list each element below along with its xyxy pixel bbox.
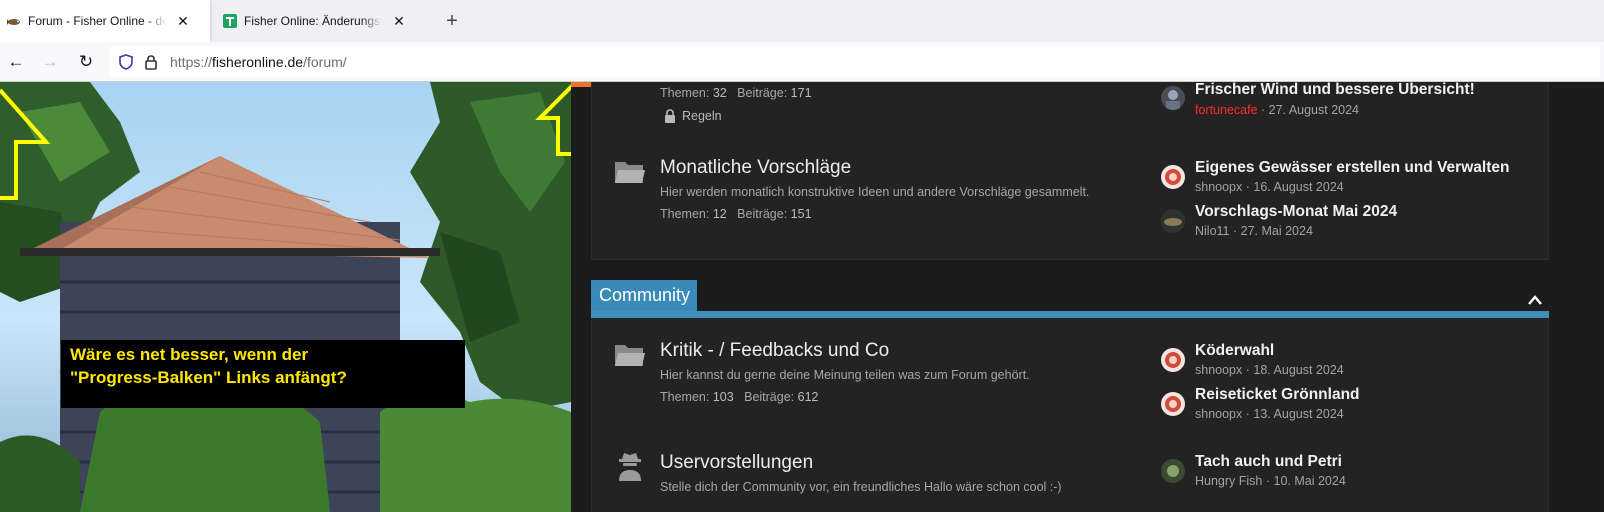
lock-icon[interactable] (144, 54, 158, 70)
last-post-meta: fortunecafe · 27. August 2024 (1195, 103, 1360, 117)
node-description: Stelle dich der Community vor, ein freun… (660, 480, 1062, 494)
last-post-meta: shnoopx · 18. August 2024 (1195, 363, 1344, 377)
avatar[interactable] (1161, 86, 1185, 110)
rules-link[interactable]: Regeln (664, 109, 722, 123)
navigation-bar: ← → ↻ https://fisheronline.de/forum/ (0, 42, 1604, 82)
last-post-meta: Hungry Fish · 10. Mai 2024 (1195, 474, 1346, 488)
lock-icon (665, 109, 675, 123)
last-post-title[interactable]: Frischer Wind und bessere Übersicht! (1195, 82, 1475, 99)
node-stats: Themen: 32 Beiträge: 171 (660, 86, 812, 100)
node-description: Hier werden monatlich konstruktive Ideen… (660, 185, 1090, 199)
annotation-line: "Progress-Balken" Links anfängt? (70, 368, 347, 387)
avatar[interactable] (1161, 348, 1185, 372)
last-post-title[interactable]: Eigenes Gewässer erstellen und Verwalten (1195, 159, 1509, 177)
node-description: Hier kannst du gerne deine Meinung teile… (660, 368, 1030, 382)
tab-forum[interactable]: Forum - Fisher Online - deutsch ✕ (0, 0, 210, 42)
background-scene: Wäre es net besser, wenn der "Progress-B… (0, 82, 571, 512)
last-post-meta: shnoopx · 13. August 2024 (1195, 407, 1344, 421)
node-title[interactable]: Kritik - / Feedbacks und Co (660, 340, 889, 362)
avatar[interactable] (1161, 392, 1185, 416)
close-tab-icon[interactable]: ✕ (390, 13, 408, 30)
avatar[interactable] (1161, 165, 1185, 189)
last-post-title[interactable]: Köderwahl (1195, 342, 1274, 360)
google-sheets-icon (223, 14, 237, 28)
tab-title: Fisher Online: Änderungsvorsch (244, 14, 382, 28)
folder-icon (615, 345, 645, 366)
shield-icon[interactable] (118, 54, 134, 70)
tab-sheet[interactable]: Fisher Online: Änderungsvorsch ✕ (216, 0, 428, 42)
reload-icon[interactable]: ↻ (76, 52, 96, 72)
folder-icon (615, 162, 645, 183)
close-tab-icon[interactable]: ✕ (174, 13, 192, 30)
tab-bar: Forum - Fisher Online - deutsch ✕ Fisher… (0, 0, 1604, 42)
node-title[interactable]: Monatliche Vorschläge (660, 157, 851, 179)
last-post-meta: Nilo11 · 27. Mai 2024 (1195, 224, 1313, 238)
url-text: https://fisheronline.de/forum/ (170, 54, 347, 70)
tab-title: Forum - Fisher Online - deutsch (28, 14, 166, 28)
forum-content: Themen: 32 Beiträge: 171 Regeln Frischer… (571, 82, 1604, 512)
last-post-title[interactable]: Tach auch und Petri (1195, 453, 1342, 471)
avatar[interactable] (1161, 209, 1185, 233)
address-bar[interactable]: https://fisheronline.de/forum/ (110, 46, 1600, 78)
avatar[interactable] (1161, 459, 1185, 483)
last-post-meta: shnoopx · 16. August 2024 (1195, 180, 1344, 194)
forum-block: Themen: 32 Beiträge: 171 Regeln Frischer… (591, 82, 1549, 260)
annotation-line: Wäre es net besser, wenn der (70, 345, 309, 364)
last-post-title[interactable]: Reiseticket Grönnland (1195, 386, 1360, 404)
forward-icon[interactable]: → (40, 52, 60, 72)
last-post-user[interactable]: fortunecafe (1195, 103, 1258, 117)
chevron-up-icon[interactable] (1527, 294, 1543, 306)
back-icon[interactable]: ← (6, 52, 26, 72)
last-post-title[interactable]: Vorschlags-Monat Mai 2024 (1195, 203, 1397, 221)
node-stats: Themen: 103 Beiträge: 612 (660, 390, 819, 404)
node-title[interactable]: Uservorstellungen (660, 452, 813, 474)
scenery-illustration (0, 82, 571, 512)
category-title[interactable]: Community (591, 280, 698, 311)
fish-icon (7, 19, 20, 25)
forum-block: Kritik - / Feedbacks und Co Hier kannst … (591, 318, 1549, 512)
user-secret-icon (619, 453, 641, 481)
category-header: Community (591, 280, 1549, 318)
node-stats: Themen: 12 Beiträge: 151 (660, 207, 812, 221)
annotation-note: Wäre es net besser, wenn der "Progress-B… (61, 340, 465, 408)
new-tab-button[interactable]: + (442, 10, 462, 32)
